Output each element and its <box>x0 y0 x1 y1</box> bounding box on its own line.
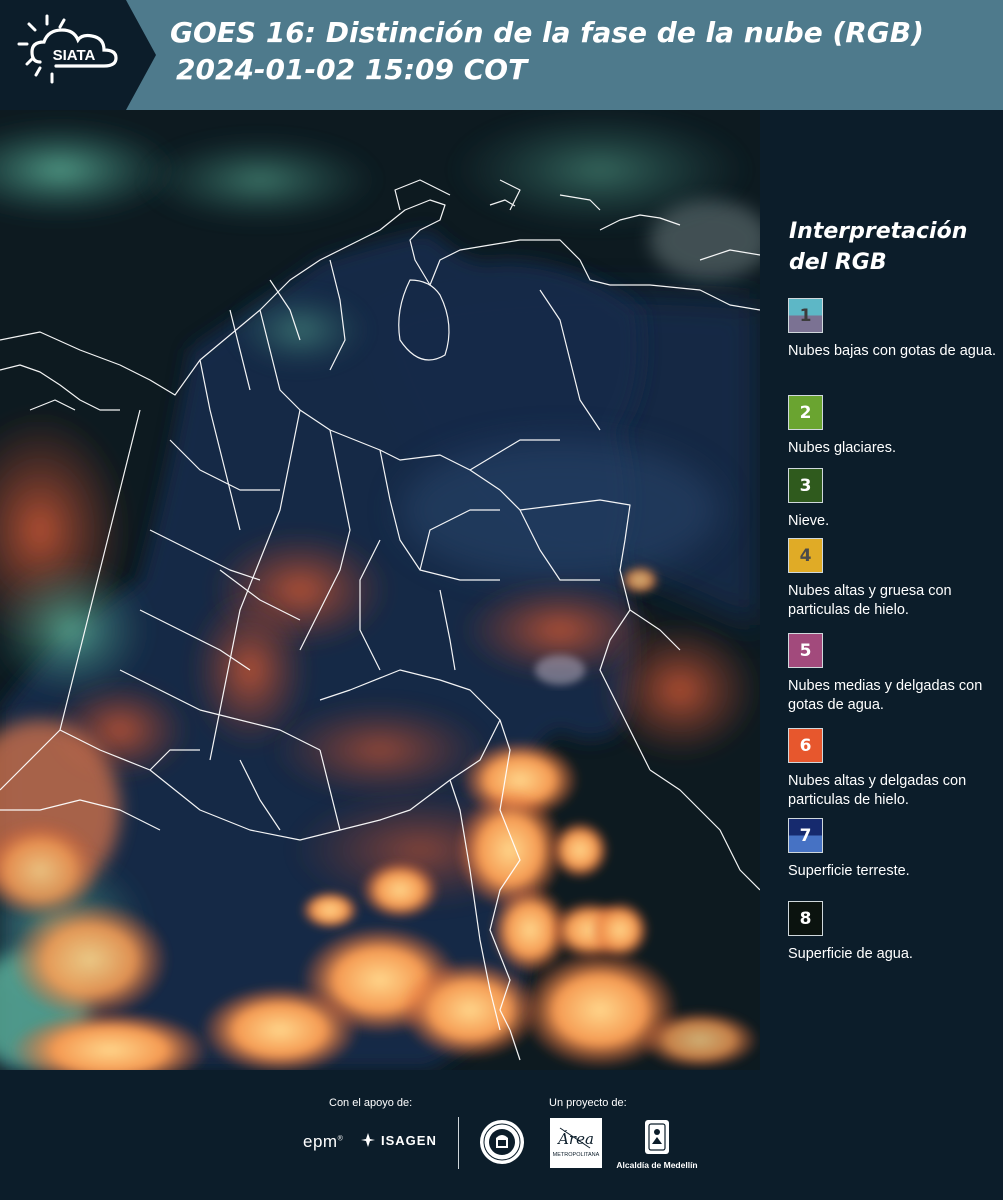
amva-logo-subtext: METROPOLITANA <box>553 1152 600 1158</box>
footer: Con el apoyo de: Un proyecto de: epm® IS… <box>0 1070 1003 1200</box>
legend-swatch: 5 <box>788 633 823 668</box>
legend-number: 4 <box>799 545 812 566</box>
satellite-image <box>0 110 760 1070</box>
footer-divider <box>458 1117 459 1169</box>
legend-label: Superficie terreste. <box>788 863 910 879</box>
legend-number: 3 <box>799 475 812 496</box>
amva-logo-text: Área <box>556 1130 594 1148</box>
title-line-1: GOES 16: Distinción de la fase de la nub… <box>170 16 924 49</box>
siata-logo-text: SIATA <box>53 47 96 64</box>
legend-item-1: 1 Nubes bajas con gotas de agua. <box>788 298 1003 361</box>
legend-item-6: 6 Nubes altas y delgadas con particulas d… <box>788 728 1003 810</box>
epm-logo: epm® <box>303 1132 344 1151</box>
project-label: Un proyecto de: <box>549 1097 627 1109</box>
legend-label: Nubes altas y gruesa con particulas de h… <box>788 583 952 618</box>
amva-logo: Área METROPOLITANA <box>550 1118 602 1168</box>
legend-number: 5 <box>799 640 812 661</box>
siata-logo: SIATA <box>0 0 156 110</box>
legend-item-7: 7 Superficie terreste. <box>788 818 1003 881</box>
header-bar: SIATA GOES 16: Distinción de la fase de … <box>0 0 1003 110</box>
legend-panel: Interpretación del RGB 1 Nubes bajas con … <box>760 110 1003 1070</box>
legend-number: 2 <box>799 402 812 423</box>
support-label: Con el apoyo de: <box>329 1097 413 1109</box>
legend-label: Superficie de agua. <box>788 946 913 962</box>
legend-label: Nubes bajas con gotas de agua. <box>788 343 996 359</box>
legend-number: 7 <box>799 825 812 846</box>
legend-item-4: 4 Nubes altas y gruesa con particulas de … <box>788 538 1003 620</box>
legend-swatch: 2 <box>788 395 823 430</box>
legend-swatch: 4 <box>788 538 823 573</box>
legend-swatch: 8 <box>788 901 823 936</box>
medellin-shield-icon <box>645 1120 669 1154</box>
legend-swatch: 3 <box>788 468 823 503</box>
legend-number: 1 <box>799 305 812 326</box>
satellite-map <box>0 110 760 1070</box>
legend-item-2: 2 Nubes glaciares. <box>788 395 1003 458</box>
legend-label: Nubes altas y delgadas con particulas de… <box>788 773 967 808</box>
legend-swatch: 6 <box>788 728 823 763</box>
title-line-2: 2024-01-02 15:09 COT <box>176 53 528 86</box>
legend-swatch: 7 <box>788 818 823 853</box>
legend-label: Nieve. <box>788 513 830 529</box>
legend-label: Nubes glaciares. <box>788 440 896 456</box>
epm-logo-text: epm <box>303 1132 338 1151</box>
legend-number: 8 <box>799 908 812 929</box>
isagen-logo-text: ISAGEN <box>381 1132 437 1148</box>
page-title: GOES 16: Distinción de la fase de la nub… <box>170 14 924 88</box>
legend-swatch: 1 <box>788 298 823 333</box>
legend-item-8: 8 Superficie de agua. <box>788 901 1003 964</box>
isagen-logo: ISAGEN <box>360 1132 437 1148</box>
legend-number: 6 <box>799 735 812 756</box>
legend-title: Interpretación del RGB <box>789 219 968 275</box>
medellin-label: Alcaldía de Medellín <box>616 1160 698 1170</box>
isagen-icon <box>361 1133 375 1147</box>
legend-label: Nubes medias y delgadas con gotas de agu… <box>788 678 983 713</box>
university-seal-icon <box>480 1120 524 1164</box>
medellin-logo: Alcaldía de Medellín <box>612 1118 702 1173</box>
legend-item-5: 5 Nubes medias y delgadas con gotas de ag… <box>788 633 1003 715</box>
legend-item-3: 3 Nieve. <box>788 468 1003 531</box>
